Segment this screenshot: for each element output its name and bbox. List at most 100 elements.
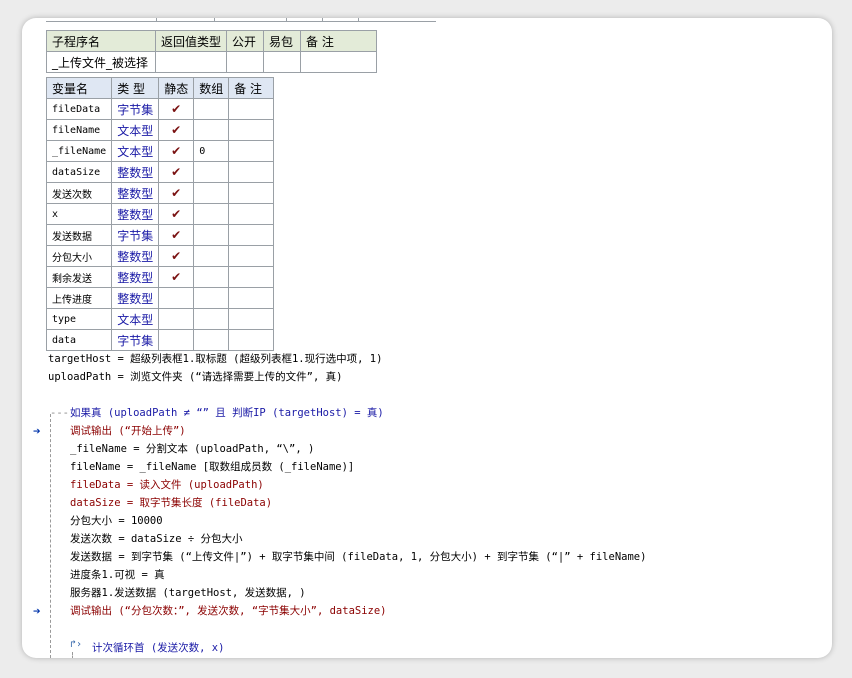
var-array-cell[interactable]	[193, 224, 230, 246]
code-line[interactable]: _fileName = 分割文本 (uploadPath, “\”, )	[70, 440, 314, 458]
var-type-cell[interactable]: 文本型	[111, 140, 160, 162]
var-note-cell[interactable]	[228, 203, 274, 225]
var-array-cell[interactable]: 0	[193, 140, 230, 162]
var-array-cell[interactable]	[193, 245, 230, 267]
code-line[interactable]: 调试输出 (“分包次数：”, 发送次数, “字节集大小”, dataSize)	[70, 602, 387, 620]
var-name-cell[interactable]: 上传进度	[45, 287, 113, 309]
var-type-cell[interactable]: 文本型	[111, 308, 160, 330]
var-name-cell[interactable]: x	[45, 203, 113, 225]
var-name-cell[interactable]: 发送数据	[45, 224, 113, 246]
variable-row[interactable]: _fileName 文本型 ✔ 0	[45, 140, 274, 162]
code-line[interactable]: 发送数据 = 到字节集 (“上传文件|”) + 取字节集中间 (fileData…	[70, 548, 646, 566]
variable-row[interactable]: data 字节集	[45, 329, 274, 351]
var-note-cell[interactable]	[228, 224, 274, 246]
var-array-cell[interactable]	[193, 287, 230, 309]
return-type-cell[interactable]	[154, 51, 228, 73]
var-note-cell[interactable]	[228, 266, 274, 288]
var-type-cell[interactable]: 整数型	[111, 161, 160, 183]
previous-table-edge	[46, 18, 436, 22]
subroutine-name-cell[interactable]: _上传文件_被选择	[46, 51, 156, 73]
variable-row[interactable]: 分包大小 整数型 ✔	[45, 245, 274, 267]
var-array-cell[interactable]	[193, 119, 230, 141]
var-static-cell[interactable]	[158, 287, 195, 309]
var-static-cell[interactable]: ✔	[158, 98, 195, 120]
var-note-cell[interactable]	[228, 98, 274, 120]
var-note-cell[interactable]	[228, 140, 274, 162]
code-line[interactable]: 进度条1.可视 = 真	[70, 566, 165, 584]
var-type-cell[interactable]: 整数型	[111, 287, 160, 309]
var-static-cell[interactable]: ✔	[158, 245, 195, 267]
variable-row[interactable]: 发送次数 整数型 ✔	[45, 182, 274, 204]
var-static-cell[interactable]: ✔	[158, 182, 195, 204]
var-type-cell[interactable]: 字节集	[111, 98, 160, 120]
var-type-cell[interactable]: 整数型	[111, 266, 160, 288]
variable-row[interactable]: fileName 文本型 ✔	[45, 119, 274, 141]
var-type-cell[interactable]: 文本型	[111, 119, 160, 141]
code-line[interactable]: 服务器1.发送数据 (targetHost, 发送数据, )	[70, 584, 306, 602]
var-note-cell[interactable]	[228, 329, 274, 351]
var-note-cell[interactable]	[228, 119, 274, 141]
breakpoint-arrow-icon[interactable]: ➔	[33, 427, 41, 437]
var-array-cell[interactable]	[193, 329, 230, 351]
var-type-cell[interactable]: 整数型	[111, 182, 160, 204]
var-static-cell[interactable]: ✔	[158, 140, 195, 162]
code-line[interactable]: 分包大小 = 10000	[70, 512, 163, 530]
variable-row[interactable]: 发送数据 字节集 ✔	[45, 224, 274, 246]
var-note-cell[interactable]	[228, 161, 274, 183]
code-line-loop[interactable]: 计次循环首 (发送次数, x)	[92, 639, 224, 657]
variable-row[interactable]: dataSize 整数型 ✔	[45, 161, 274, 183]
subroutine-row[interactable]: _上传文件_被选择	[46, 51, 377, 73]
var-note-cell[interactable]	[228, 287, 274, 309]
var-type-cell[interactable]: 字节集	[111, 224, 160, 246]
var-static-cell[interactable]: ✔	[158, 119, 195, 141]
variable-row[interactable]: 上传进度 整数型	[45, 287, 274, 309]
var-note-cell[interactable]	[228, 245, 274, 267]
code-line[interactable]: fileName = _fileName [取数组成员数 (_fileName)…	[70, 458, 354, 476]
var-array-cell[interactable]	[193, 98, 230, 120]
code-line[interactable]: 发送次数 = dataSize ÷ 分包大小	[70, 530, 243, 548]
variable-row[interactable]: fileData 字节集 ✔	[45, 98, 274, 120]
code-line-if-true[interactable]: 如果真 (uploadPath ≠ “” 且 判断IP (targetHost)…	[70, 404, 384, 422]
var-name-cell[interactable]: fileName	[45, 119, 113, 141]
var-name-cell[interactable]: dataSize	[45, 161, 113, 183]
code-line[interactable]: 调试输出 (“开始上传”)	[70, 422, 186, 440]
var-static-cell[interactable]	[158, 329, 195, 351]
note-cell[interactable]	[300, 51, 377, 73]
var-static-cell[interactable]: ✔	[158, 161, 195, 183]
var-array-cell[interactable]	[193, 266, 230, 288]
var-static-cell[interactable]: ✔	[158, 224, 195, 246]
var-type-cell[interactable]: 整数型	[111, 245, 160, 267]
header-var-name: 变量名	[45, 77, 113, 99]
var-name-cell[interactable]: 发送次数	[45, 182, 113, 204]
var-note-cell[interactable]	[228, 182, 274, 204]
loop-arrow-icon: ↱›	[70, 639, 83, 650]
var-type-cell[interactable]: 字节集	[111, 329, 160, 351]
editor-window: 子程序名 返回值类型 公开 易包 备 注 _上传文件_被选择 变量名 类 型 静…	[22, 18, 832, 658]
var-name-cell[interactable]: type	[45, 308, 113, 330]
easy-package-cell[interactable]	[263, 51, 302, 73]
var-array-cell[interactable]	[193, 182, 230, 204]
var-name-cell[interactable]: fileData	[45, 98, 113, 120]
variable-row[interactable]: x 整数型 ✔	[45, 203, 274, 225]
code-line-targethost[interactable]: targetHost = 超级列表框1.取标题 (超级列表框1.现行选中项, 1…	[48, 350, 382, 368]
var-static-cell[interactable]: ✔	[158, 266, 195, 288]
public-cell[interactable]	[226, 51, 265, 73]
var-type-cell[interactable]: 整数型	[111, 203, 160, 225]
var-note-cell[interactable]	[228, 308, 274, 330]
var-array-cell[interactable]	[193, 161, 230, 183]
var-static-cell[interactable]: ✔	[158, 203, 195, 225]
code-line[interactable]: dataSize = 取字节集长度 (fileData)	[70, 494, 272, 512]
var-name-cell[interactable]: 分包大小	[45, 245, 113, 267]
var-name-cell[interactable]: 剩余发送	[45, 266, 113, 288]
var-array-cell[interactable]	[193, 308, 230, 330]
var-array-cell[interactable]	[193, 203, 230, 225]
var-static-cell[interactable]	[158, 308, 195, 330]
var-name-cell[interactable]: _fileName	[45, 140, 113, 162]
variable-row[interactable]: 剩余发送 整数型 ✔	[45, 266, 274, 288]
var-name-cell[interactable]: data	[45, 329, 113, 351]
code-line[interactable]: fileData = 读入文件 (uploadPath)	[70, 476, 264, 494]
loop-guide	[72, 652, 73, 658]
code-line-uploadpath[interactable]: uploadPath = 浏览文件夹 (“请选择需要上传的文件”, 真)	[48, 368, 342, 386]
variable-row[interactable]: type 文本型	[45, 308, 274, 330]
breakpoint-arrow-icon[interactable]: ➔	[33, 607, 41, 617]
